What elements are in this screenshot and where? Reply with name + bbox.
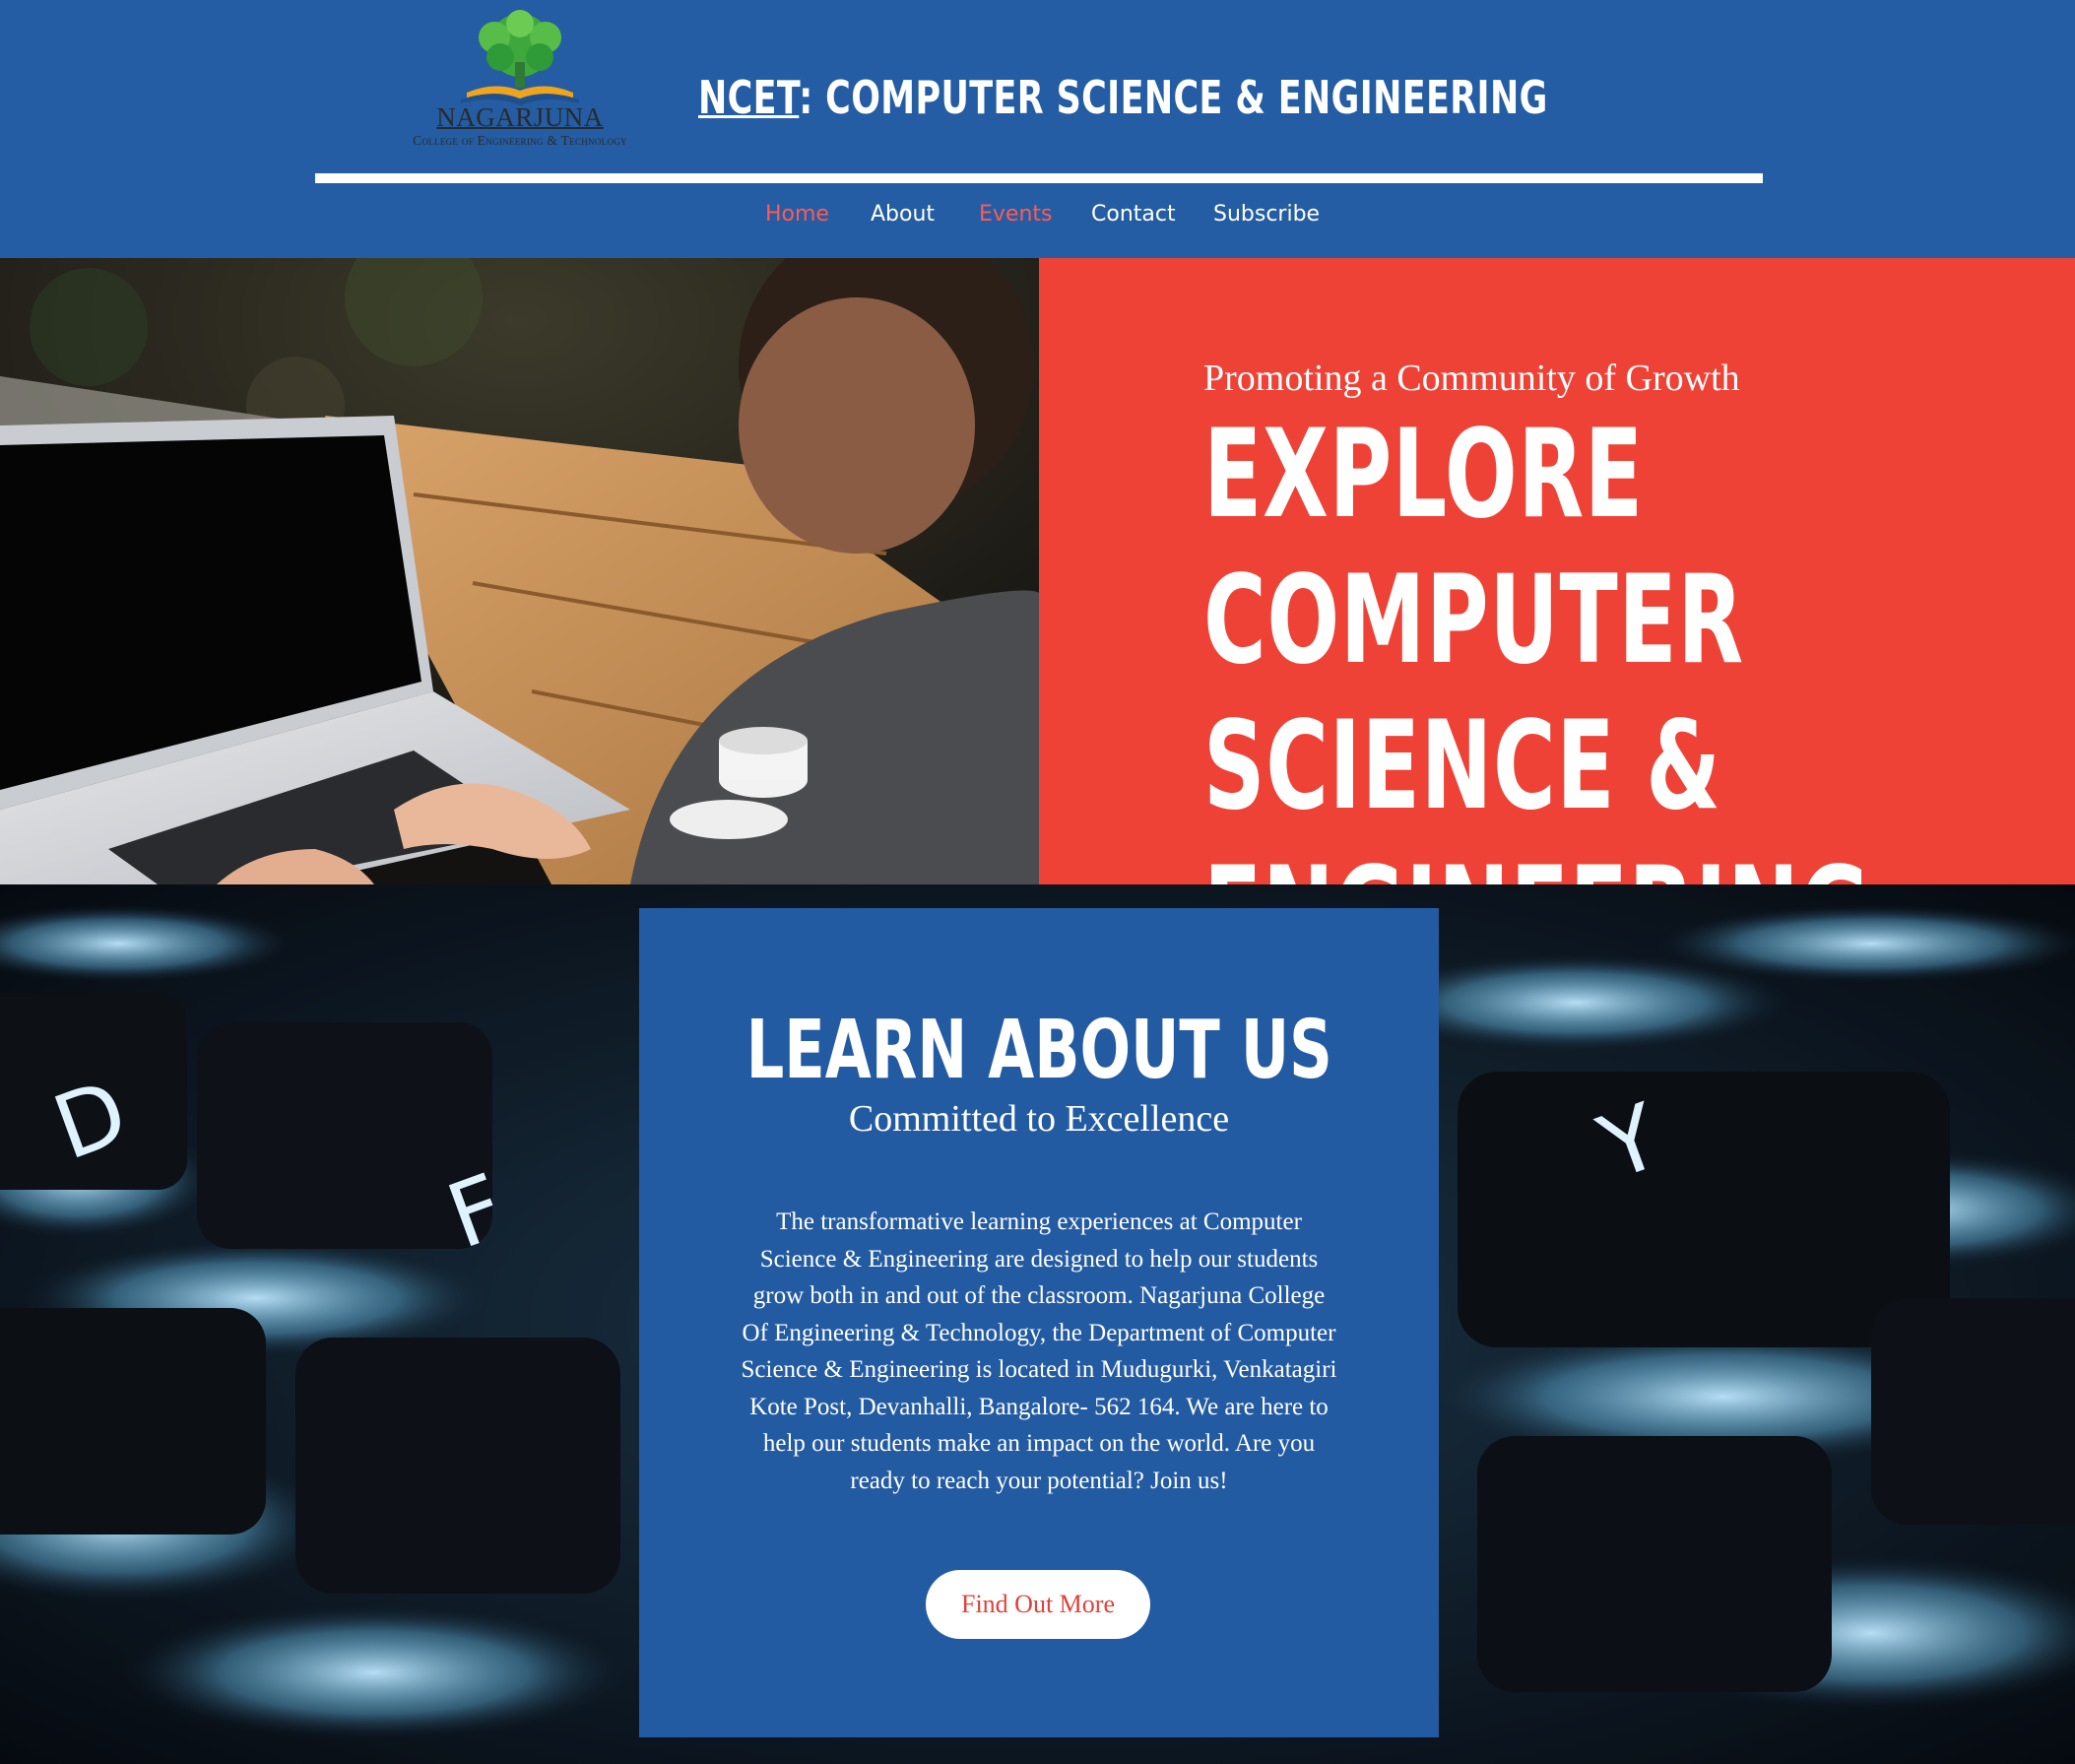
hero-panel: Promoting a Community of Growth EXPLORE …: [1039, 258, 2075, 884]
find-out-more-button[interactable]: Find Out More: [926, 1570, 1150, 1639]
nav-item-home[interactable]: Home: [765, 202, 829, 227]
main-nav: Home About Events Contact Subscribe: [0, 202, 2075, 233]
about-heading-text: LEARN ABOUT US: [746, 1004, 1332, 1097]
nav-item-subscribe[interactable]: Subscribe: [1213, 202, 1320, 227]
person-typing-on-laptop-photo: [0, 258, 1039, 884]
nav-item-about[interactable]: About: [871, 202, 935, 227]
about-body-text: The transformative learning experiences …: [741, 1209, 1337, 1494]
nav-item-events[interactable]: Events: [979, 202, 1053, 227]
hero-image: [0, 258, 1039, 884]
site-header: NAGARJUNA College of Engineering & Techn…: [0, 0, 2075, 258]
college-logo[interactable]: NAGARJUNA College of Engineering & Techn…: [357, 8, 683, 156]
nav-item-contact[interactable]: Contact: [1091, 202, 1176, 227]
about-heading: LEARN ABOUT US: [639, 1007, 1439, 1095]
hero-heading: EXPLORE COMPUTER SCIENCE & ENGINEERING: [1203, 404, 1870, 884]
site-title-rest: : COMPUTER SCIENCE & ENGINEERING: [799, 71, 1548, 124]
site-title: NCET: COMPUTER SCIENCE & ENGINEERING: [698, 71, 1548, 124]
logo-subtitle: College of Engineering & Technology: [413, 133, 627, 148]
about-subheading: Committed to Excellence: [848, 1098, 1230, 1140]
header-divider: [315, 173, 1763, 183]
logo-name: NAGARJUNA: [436, 102, 604, 132]
hero-tagline: Promoting a Community of Growth: [1203, 358, 1740, 399]
site-title-brand-link[interactable]: NCET: [698, 71, 799, 124]
hero-section: Promoting a Community of Growth EXPLORE …: [0, 258, 2075, 884]
